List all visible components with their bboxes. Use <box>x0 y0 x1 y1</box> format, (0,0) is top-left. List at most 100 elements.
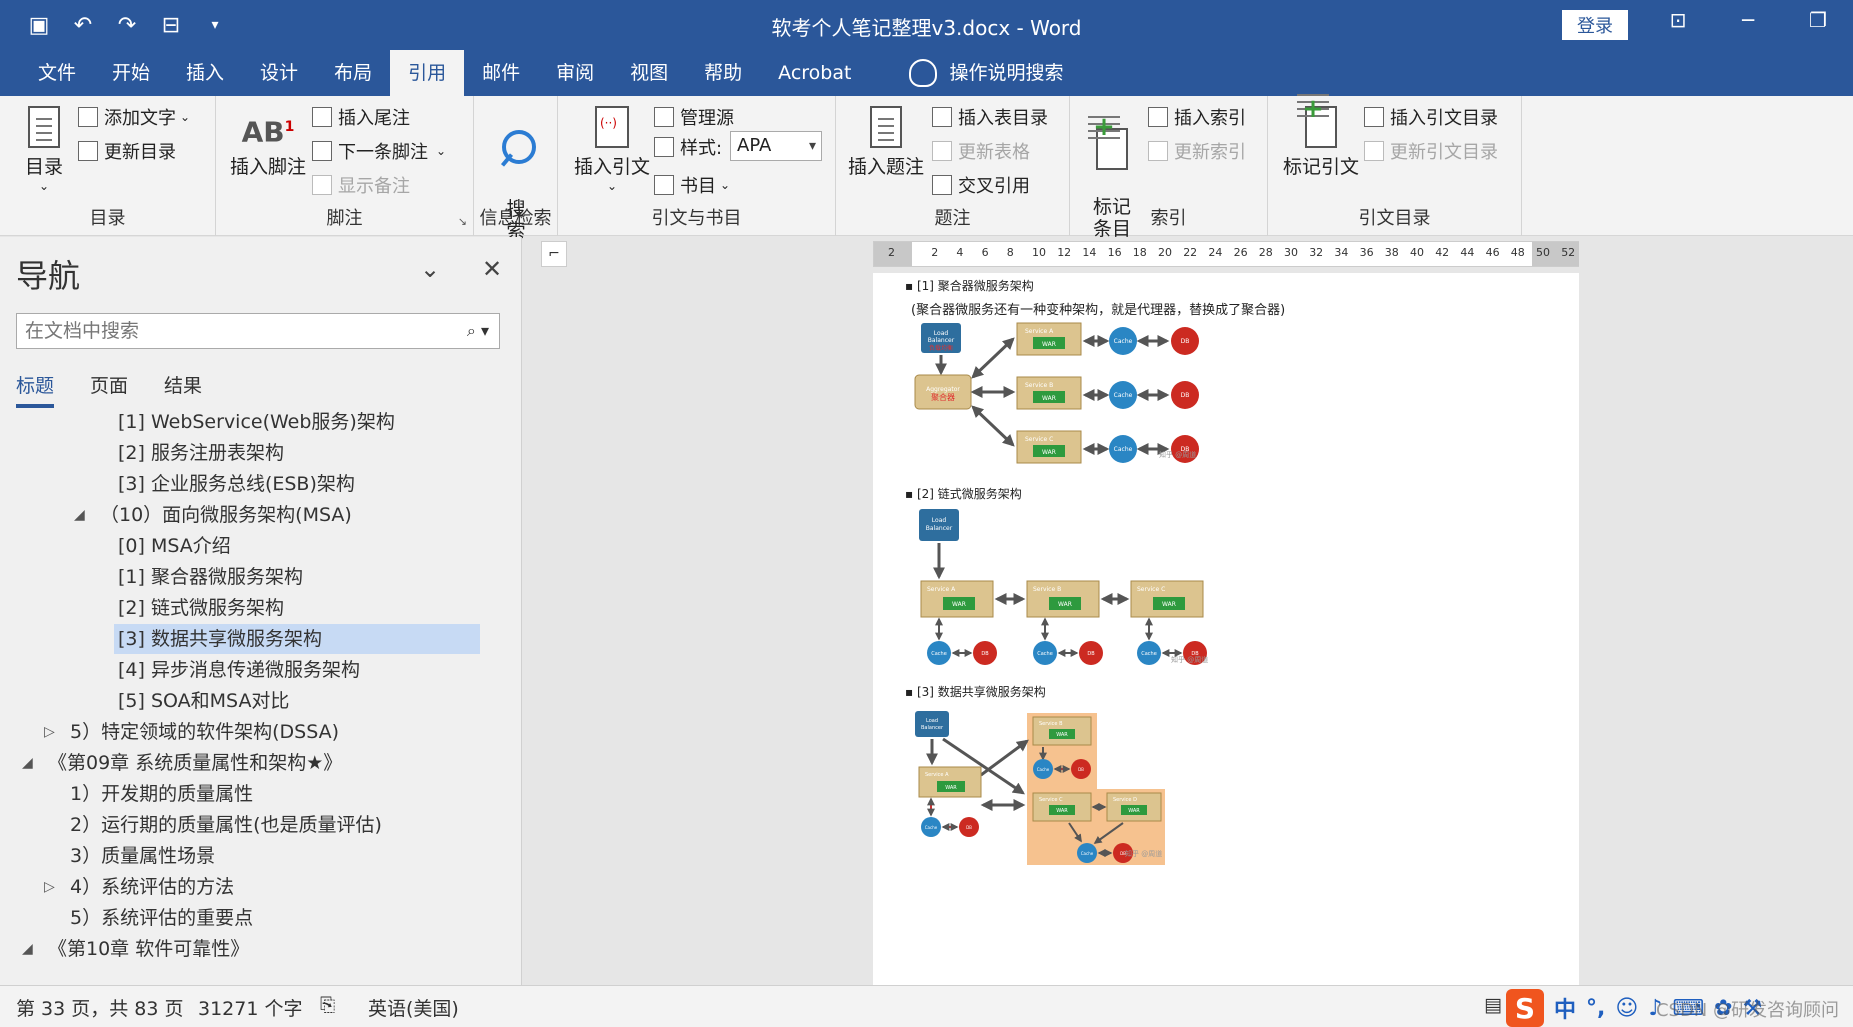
sogou-logo-icon[interactable]: S <box>1506 989 1544 1027</box>
ribbon-display-icon[interactable]: ⊡ <box>1658 8 1698 32</box>
language-indicator[interactable]: 英语(美国) <box>368 994 459 1021</box>
group-label-footnotes: 脚注 <box>326 208 363 229</box>
nav-heading-item[interactable]: 4）系统评估的方法 <box>66 872 242 902</box>
tab-mailings[interactable]: 邮件 <box>464 50 538 96</box>
update-index-button[interactable]: 更新索引 <box>1148 138 1246 164</box>
collapse-triangle-icon[interactable]: ◢ <box>22 934 33 964</box>
update-toc-button[interactable]: 更新目录 <box>78 138 176 164</box>
chevron-down-icon: ⌄ <box>436 144 447 158</box>
proofing-icon[interactable]: ⎘ <box>320 994 335 1016</box>
tab-design[interactable]: 设计 <box>242 50 316 96</box>
manage-sources-button[interactable]: 管理源 <box>654 104 734 130</box>
nav-heading-item[interactable]: [2] 链式微服务架构 <box>114 593 292 623</box>
tab-review[interactable]: 审阅 <box>538 50 612 96</box>
read-mode-icon[interactable]: ▤ <box>1484 994 1502 1016</box>
nav-heading-item[interactable]: [5] SOA和MSA对比 <box>114 686 297 716</box>
emoji-icon[interactable]: ☺ <box>1615 996 1638 1021</box>
ruler-number: 24 <box>1208 246 1223 259</box>
insert-caption-button[interactable]: 插入题注 <box>848 106 924 179</box>
nav-tab-pages[interactable]: 页面 <box>90 371 128 408</box>
document-page[interactable]: ▪ [1] 聚合器微服务架构 (聚合器微服务还有一种变种架构，就是代理器，替换成… <box>873 273 1579 985</box>
nav-tab-results[interactable]: 结果 <box>164 371 202 408</box>
chevron-down-icon[interactable]: ⌄ <box>420 255 440 283</box>
expand-triangle-icon[interactable]: ▷ <box>44 872 55 902</box>
cross-reference-button[interactable]: 交叉引用 <box>932 172 1030 198</box>
ruler-number: 44 <box>1460 246 1475 259</box>
tab-insert[interactable]: 插入 <box>168 50 242 96</box>
update-toa-button[interactable]: 更新引文目录 <box>1364 138 1498 164</box>
ime-mode-chinese[interactable]: 中 <box>1554 992 1576 1024</box>
group-captions: 插入题注 插入表目录 更新表格 交叉引用 题注 <box>836 96 1070 236</box>
expand-triangle-icon[interactable]: ▷ <box>44 717 55 747</box>
login-button[interactable]: 登录 <box>1562 10 1628 40</box>
dialog-launcher-icon[interactable]: ↘ <box>458 215 467 228</box>
update-table-button[interactable]: 更新表格 <box>932 138 1030 164</box>
nav-tab-headings[interactable]: 标题 <box>16 371 55 408</box>
collapse-triangle-icon[interactable]: ◢ <box>74 500 85 530</box>
insert-endnote-button[interactable]: 插入尾注 <box>312 104 410 130</box>
word-count[interactable]: 31271 个字 <box>198 994 302 1021</box>
tab-file[interactable]: 文件 <box>20 50 94 96</box>
tab-view[interactable]: 视图 <box>612 50 686 96</box>
image-watermark: 知乎 @周道 <box>1125 849 1162 858</box>
image-watermark: 知乎 @周道 <box>1171 655 1208 664</box>
update-toa-icon <box>1364 141 1384 161</box>
toc-button[interactable]: 目录 ⌄ <box>18 106 70 193</box>
restore-icon[interactable]: ❐ <box>1798 8 1838 32</box>
nav-heading-item[interactable]: 《第09章 系统质量属性和架构★》 <box>44 748 350 778</box>
minimize-icon[interactable]: ─ <box>1728 8 1768 32</box>
insert-citation-button[interactable]: 插入引文 ⌄ <box>572 106 652 193</box>
nav-heading-item[interactable]: [3] 数据共享微服务架构 <box>114 624 480 654</box>
load-balancer-node: Load Balancer <box>915 711 949 737</box>
collapse-triangle-icon[interactable]: ◢ <box>22 748 33 778</box>
show-notes-button[interactable]: 显示备注 <box>312 172 410 198</box>
ruler-number: 50 <box>1536 246 1550 259</box>
close-icon[interactable]: ✕ <box>482 255 502 283</box>
ruler-number: 18 <box>1132 246 1147 259</box>
nav-heading-item[interactable]: （10）面向微服务架构(MSA) <box>96 500 360 530</box>
insert-footnote-button[interactable]: AB1 插入脚注 <box>228 106 308 179</box>
group-citations: 插入引文 ⌄ 管理源 样式: 书目 ⌄ 引文与书目 <box>558 96 836 236</box>
tab-stop-selector[interactable]: ⌐ <box>541 241 567 267</box>
nav-heading-item[interactable]: 3）质量属性场景 <box>66 841 223 871</box>
horizontal-ruler[interactable]: 2 2 4 6 8 10 12 14 16 18 20 22 24 26 28 30 32 34 36 38 40 42 4… <box>873 241 1579 267</box>
next-footnote-button[interactable]: 下一条脚注 ⌄ <box>312 138 446 164</box>
nav-heading-item[interactable]: 5）系统评估的重要点 <box>66 903 261 933</box>
ruler-number: 14 <box>1082 246 1097 259</box>
citation-style-select[interactable]: APA <box>730 131 822 161</box>
cache-db-group-a: Cache DB <box>921 797 979 837</box>
cache-db-row-3: Cache DB 知乎 @周道 <box>1082 435 1199 463</box>
mark-citation-button[interactable]: 标记引文 <box>1282 94 1360 179</box>
bibliography-button[interactable]: 书目 ⌄ <box>654 172 730 198</box>
nav-heading-item[interactable]: [0] MSA介绍 <box>114 531 239 561</box>
insert-toa-button[interactable]: 插入引文目录 <box>1364 104 1498 130</box>
nav-search-input[interactable]: 在文档中搜索 ⌕ ▾ <box>16 313 500 349</box>
page-count[interactable]: 第 33 页，共 83 页 <box>16 994 184 1021</box>
lb-label-2: Balancer <box>926 525 953 532</box>
nav-heading-item[interactable]: [1] WebService(Web服务)架构 <box>114 407 403 437</box>
nav-heading-item[interactable]: 1）开发期的质量属性 <box>66 779 261 809</box>
search-icon[interactable]: ⌕ ▾ <box>467 314 489 348</box>
tell-me-search[interactable]: 操作说明搜索 <box>891 50 1081 96</box>
cache-db-group-c: Cache DB 知乎 @周道 <box>1137 617 1208 665</box>
show-notes-label: 显示备注 <box>338 176 410 197</box>
tab-home[interactable]: 开始 <box>94 50 168 96</box>
punctuation-icon[interactable]: °, <box>1586 996 1605 1021</box>
nav-heading-item[interactable]: [4] 异步消息传递微服务架构 <box>114 655 368 685</box>
tab-acrobat[interactable]: Acrobat <box>760 50 869 96</box>
caption-icon <box>870 106 902 148</box>
tab-references[interactable]: 引用 <box>390 50 465 96</box>
tab-layout[interactable]: 布局 <box>316 50 390 96</box>
nav-heading-item[interactable]: [1] 聚合器微服务架构 <box>114 562 311 592</box>
nav-heading-item[interactable]: 5）特定领域的软件架构(DSSA) <box>66 717 347 747</box>
nav-heading-item[interactable]: 2）运行期的质量属性(也是质量评估) <box>66 810 390 840</box>
add-text-button[interactable]: 添加文字 ⌄ <box>78 104 190 130</box>
insert-table-figures-button[interactable]: 插入表目录 <box>932 104 1048 130</box>
nav-heading-item[interactable]: 《第10章 软件可靠性》 <box>44 934 257 964</box>
nav-heading-item[interactable]: [3] 企业服务总线(ESB)架构 <box>114 469 363 499</box>
nav-heading-item[interactable]: [2] 服务注册表架构 <box>114 438 292 468</box>
group-label-citations: 引文与书目 <box>651 208 742 229</box>
tab-help[interactable]: 帮助 <box>686 50 760 96</box>
insert-index-button[interactable]: 插入索引 <box>1148 104 1246 130</box>
insert-caption-label: 插入题注 <box>848 156 925 178</box>
